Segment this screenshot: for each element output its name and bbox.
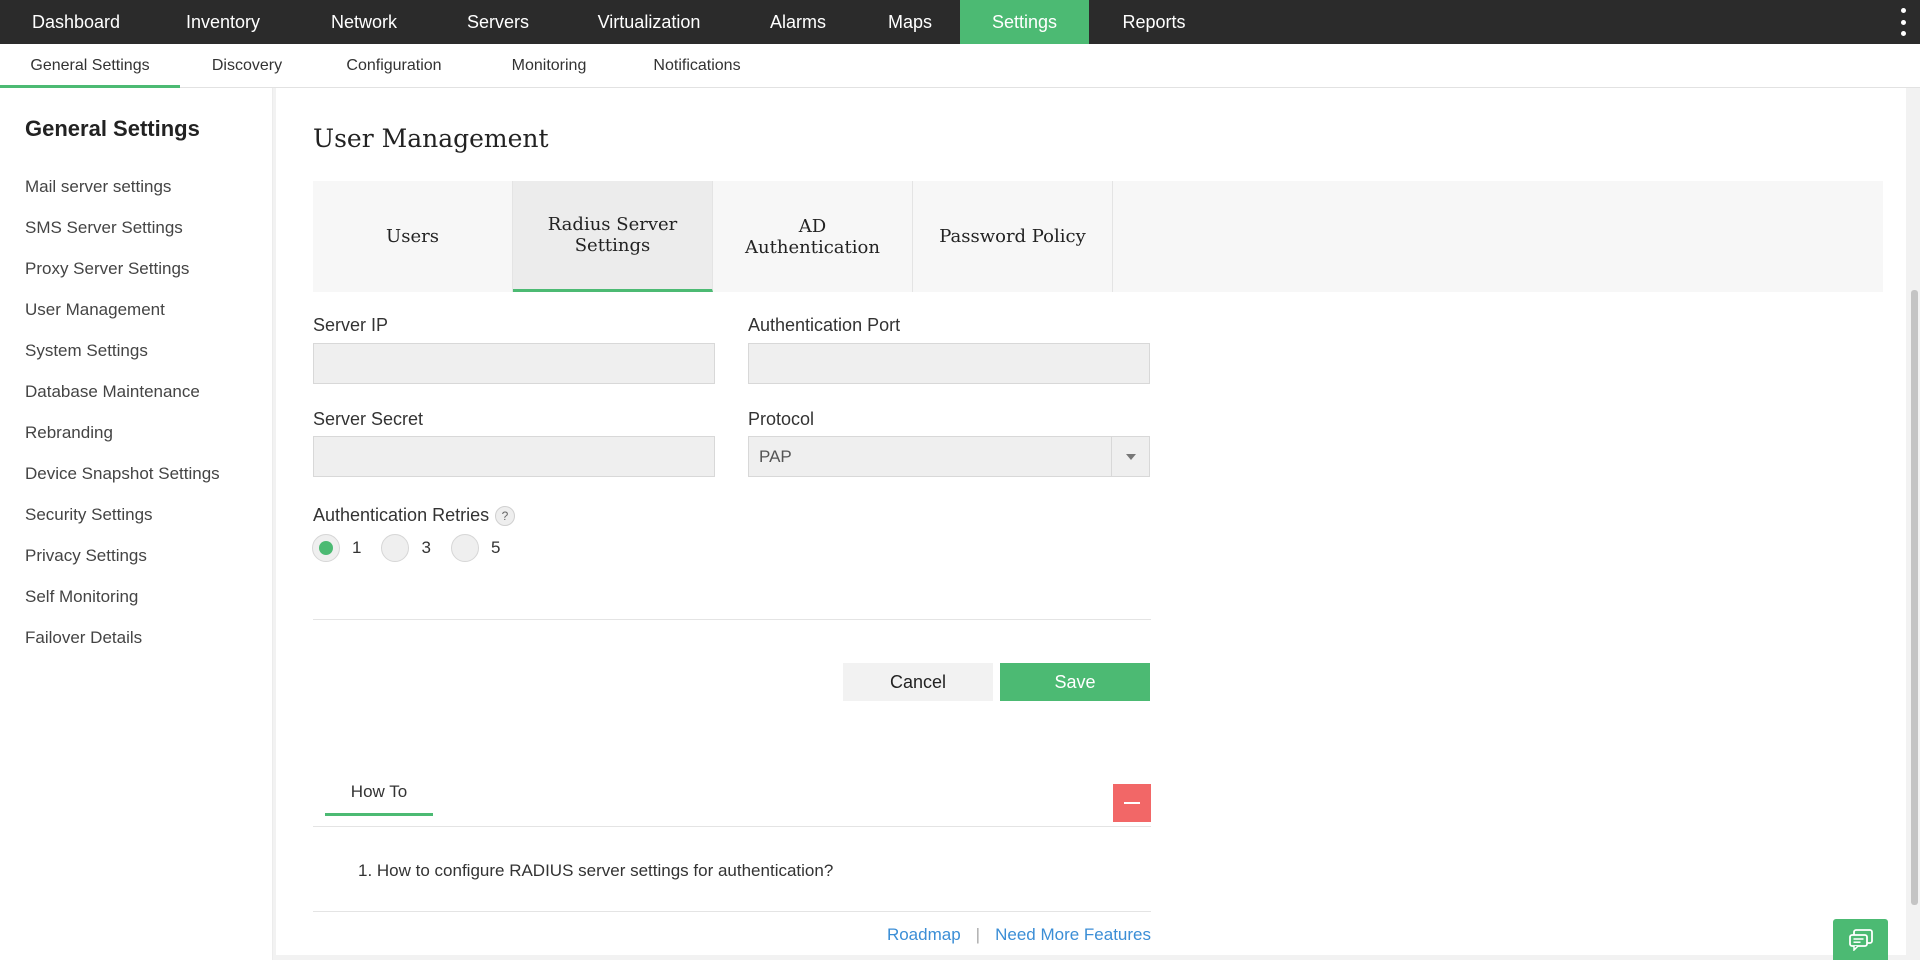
cancel-button[interactable]: Cancel <box>843 663 993 701</box>
main-panel: User Management Users Radius Server Sett… <box>276 88 1906 955</box>
nav-alarms[interactable]: Alarms <box>736 0 860 44</box>
top-nav: Dashboard Inventory Network Servers Virt… <box>0 0 1920 44</box>
need-more-features-link[interactable]: Need More Features <box>995 925 1151 945</box>
nav-maps[interactable]: Maps <box>860 0 960 44</box>
tab-radius-server-settings[interactable]: Radius Server Settings <box>513 181 713 292</box>
tab-ad-authentication[interactable]: AD Authentication <box>713 181 913 292</box>
protocol-select-value: PAP <box>759 447 792 466</box>
server-secret-label: Server Secret <box>313 409 424 429</box>
protocol-label: Protocol <box>748 409 815 429</box>
footer-separator: | <box>975 925 981 944</box>
retries-option-1[interactable]: 1 <box>312 534 361 562</box>
sidebar-item-failover-details[interactable]: Failover Details <box>25 629 220 670</box>
subnav-discovery[interactable]: Discovery <box>180 44 314 87</box>
sidebar-item-database-maintenance[interactable]: Database Maintenance <box>25 383 220 424</box>
help-icon[interactable]: ? <box>495 506 515 526</box>
collapse-icon[interactable] <box>1113 784 1151 822</box>
protocol-select[interactable]: PAP <box>748 436 1150 477</box>
sub-nav: General Settings Discovery Configuration… <box>0 44 1920 88</box>
retries-option-label: 3 <box>421 538 431 557</box>
server-ip-label: Server IP <box>313 315 389 335</box>
radio-circle[interactable] <box>381 534 410 562</box>
sidebar-item-rebranding[interactable]: Rebranding <box>25 424 220 465</box>
roadmap-link[interactable]: Roadmap <box>887 925 961 945</box>
more-options-icon[interactable] <box>1898 8 1908 36</box>
sidebar-title: General Settings <box>25 116 200 141</box>
retries-option-5[interactable]: 5 <box>450 534 501 562</box>
sidebar-item-system-settings[interactable]: System Settings <box>25 342 220 383</box>
nav-inventory[interactable]: Inventory <box>152 0 294 44</box>
auth-retries-label: Authentication Retries <box>313 505 490 525</box>
retries-option-label: 1 <box>352 538 362 557</box>
radio-circle[interactable] <box>450 534 479 562</box>
sidebar-item-sms-server[interactable]: SMS Server Settings <box>25 219 220 260</box>
subnav-monitoring[interactable]: Monitoring <box>474 44 624 87</box>
sidebar-item-security-settings[interactable]: Security Settings <box>25 506 220 547</box>
tab-users[interactable]: Users <box>313 181 513 292</box>
auth-port-input[interactable] <box>748 343 1150 384</box>
howto-link[interactable]: 1. How to configure RADIUS server settin… <box>358 861 833 881</box>
nav-virtualization[interactable]: Virtualization <box>562 0 736 44</box>
subnav-configuration[interactable]: Configuration <box>314 44 474 87</box>
radio-circle-checked[interactable] <box>312 534 340 562</box>
nav-settings[interactable]: Settings <box>960 0 1089 44</box>
sidebar-item-proxy-server[interactable]: Proxy Server Settings <box>25 260 220 301</box>
subnav-general-settings[interactable]: General Settings <box>0 44 180 88</box>
nav-network[interactable]: Network <box>294 0 434 44</box>
sidebar-item-mail-server[interactable]: Mail server settings <box>25 178 220 219</box>
nav-reports[interactable]: Reports <box>1089 0 1219 44</box>
retries-option-3[interactable]: 3 <box>381 534 431 562</box>
page-title: User Management <box>313 124 549 153</box>
server-ip-input[interactable] <box>313 343 715 384</box>
sidebar: General Settings Mail server settings SM… <box>0 88 273 960</box>
howto-divider <box>313 826 1151 827</box>
sidebar-list: Mail server settings SMS Server Settings… <box>25 178 220 670</box>
nav-servers[interactable]: Servers <box>434 0 562 44</box>
tab-password-policy[interactable]: Password Policy <box>913 181 1113 292</box>
sidebar-item-device-snapshot[interactable]: Device Snapshot Settings <box>25 465 220 506</box>
chevron-down-icon <box>1125 453 1136 460</box>
howto-tab[interactable]: How To <box>325 782 433 816</box>
auth-port-label: Authentication Port <box>748 315 901 335</box>
howto-bottom-divider <box>313 911 1151 912</box>
save-button[interactable]: Save <box>1000 663 1150 701</box>
server-secret-input[interactable] <box>313 436 715 477</box>
chat-icon[interactable] <box>1833 919 1888 960</box>
protocol-dropdown-toggle[interactable] <box>1111 437 1149 476</box>
sidebar-item-user-management[interactable]: User Management <box>25 301 220 342</box>
user-management-tabs: Users Radius Server Settings AD Authenti… <box>313 181 1883 292</box>
auth-retries-radio-group: 1 3 5 <box>312 534 520 562</box>
subnav-notifications[interactable]: Notifications <box>624 44 770 87</box>
nav-dashboard[interactable]: Dashboard <box>0 0 152 44</box>
sidebar-item-self-monitoring[interactable]: Self Monitoring <box>25 588 220 629</box>
sidebar-item-privacy-settings[interactable]: Privacy Settings <box>25 547 220 588</box>
retries-option-label: 5 <box>490 538 501 557</box>
form-divider <box>313 619 1151 620</box>
vertical-scrollbar[interactable] <box>1911 290 1918 905</box>
footer-links: Roadmap | Need More Features <box>887 925 1151 945</box>
